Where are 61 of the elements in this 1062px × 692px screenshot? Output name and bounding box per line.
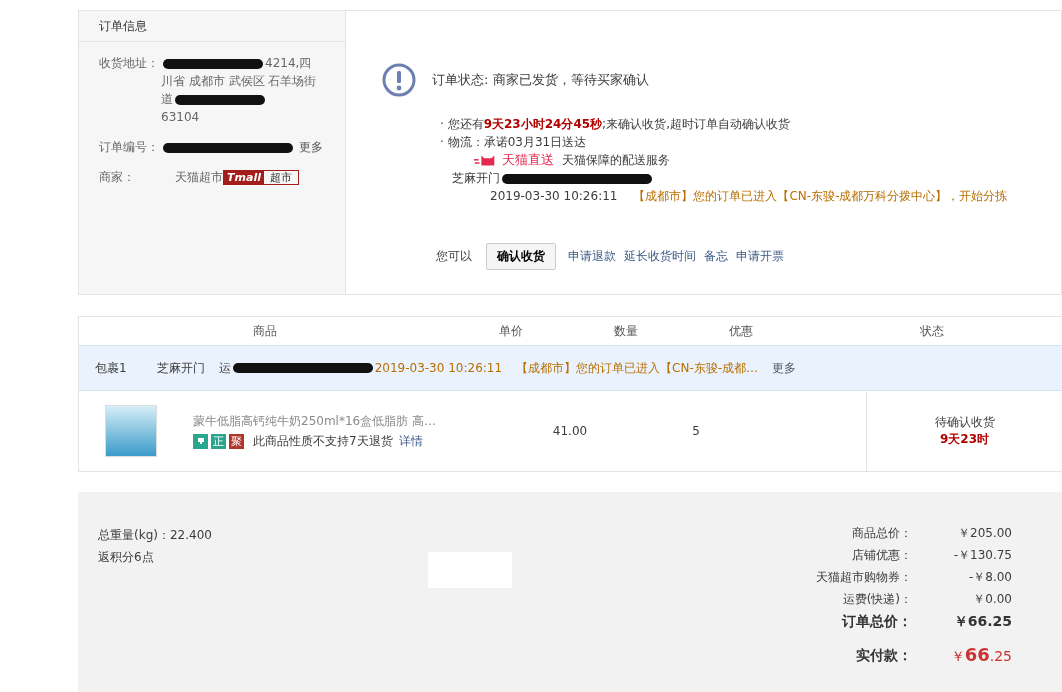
summary-label: 商品总价：: [851, 525, 912, 542]
courier-name: 芝麻开门: [452, 171, 500, 185]
info-line: · 您还有9天23小时24分45秒;来确认收货,超时订单自动确认收货: [440, 116, 791, 133]
action-link[interactable]: 备忘: [704, 248, 728, 265]
points-text: 返积分6点: [98, 549, 155, 566]
panel-title: 订单信息: [79, 11, 345, 42]
status-text: 订单状态: 商家已发货，等待买家确认: [432, 71, 649, 89]
field-value: 4214,四: [265, 56, 312, 70]
confirm-receipt-button[interactable]: 确认收货: [486, 243, 556, 270]
summary-label: 实付款：: [855, 646, 912, 665]
summary-label: 订单总价：: [840, 612, 912, 631]
action-link[interactable]: 延长收货时间: [624, 248, 696, 265]
tracking-event: 【成都市】您的订单已进入【CN-东骏-成都万科分拨中心】，开始分拣: [633, 188, 1008, 205]
actions-label: 您可以: [436, 248, 472, 265]
price-cell-text: 41.00: [551, 424, 589, 438]
more-link[interactable]: 更多: [299, 140, 323, 154]
summary-label: 运费(快递)：: [841, 591, 912, 608]
summary-value: ￥66.25: [949, 644, 1012, 667]
tracking-time: 2019-03-30 10:26:11: [374, 361, 503, 375]
field-value: 川省 成都市 武侯区 石羊场街: [161, 74, 317, 88]
weight-text: 总重量(kg)：22.400: [98, 527, 213, 544]
column-header: 商品: [252, 323, 278, 340]
summary-value: ￥0.00: [972, 591, 1012, 608]
more-link[interactable]: 更多: [772, 359, 797, 377]
delivery-note: 天猫保障的配送服务: [562, 152, 670, 169]
field-value: 63104: [161, 110, 200, 124]
details-link[interactable]: 详情: [398, 432, 423, 450]
action-link[interactable]: 申请退款: [568, 248, 616, 265]
field-label: 收货地址：: [99, 55, 160, 72]
field-value: 道: [161, 92, 173, 106]
field-label: 订单编号：: [99, 139, 160, 156]
column-header: 状态: [918, 323, 945, 340]
column-header: 数量: [613, 323, 639, 340]
summary-value: ￥66.25: [952, 612, 1012, 631]
delivery-badge: 天猫直送: [474, 151, 554, 169]
package-label: 包裹1: [95, 359, 127, 377]
info-line: · 物流：承诺03月31日送达: [440, 134, 588, 151]
field-label: 商家：: [99, 169, 136, 186]
summary-value: -￥130.75: [952, 547, 1012, 564]
field-value: 天猫超市: [175, 170, 223, 184]
order-status: 待确认收货: [934, 414, 995, 431]
summary-label: 天猫超市购物券：: [815, 569, 912, 586]
tracking-time: 2019-03-30 10:26:11: [490, 188, 618, 205]
summary-value: -￥8.00: [967, 569, 1012, 586]
column-header: 优惠: [728, 323, 754, 340]
service-tag: 正: [211, 433, 226, 449]
store-logo: Tmall 超市: [223, 170, 299, 185]
tracking-event: 【成都市】您的订单已进入【CN-东骏-成都…: [516, 359, 759, 377]
countdown-text: 9天23时: [939, 431, 990, 448]
exclamation-icon: [382, 63, 416, 97]
action-link[interactable]: 申请开票: [736, 248, 784, 265]
waybill-label: 运: [218, 359, 231, 377]
courier-name: 芝麻开门: [156, 359, 205, 377]
product-image: [105, 405, 157, 457]
quantity-cell-text: 5: [691, 424, 701, 438]
summary-value: ￥205.00: [957, 525, 1012, 542]
product-name[interactable]: 蒙牛低脂高钙纯牛奶250ml*16盒低脂肪 高…: [193, 412, 436, 430]
column-header: 单价: [498, 323, 524, 340]
return-note: 此商品性质不支持7天退货: [253, 432, 393, 450]
service-tag: 聚: [229, 433, 244, 449]
summary-label: 店铺优惠：: [851, 547, 912, 564]
